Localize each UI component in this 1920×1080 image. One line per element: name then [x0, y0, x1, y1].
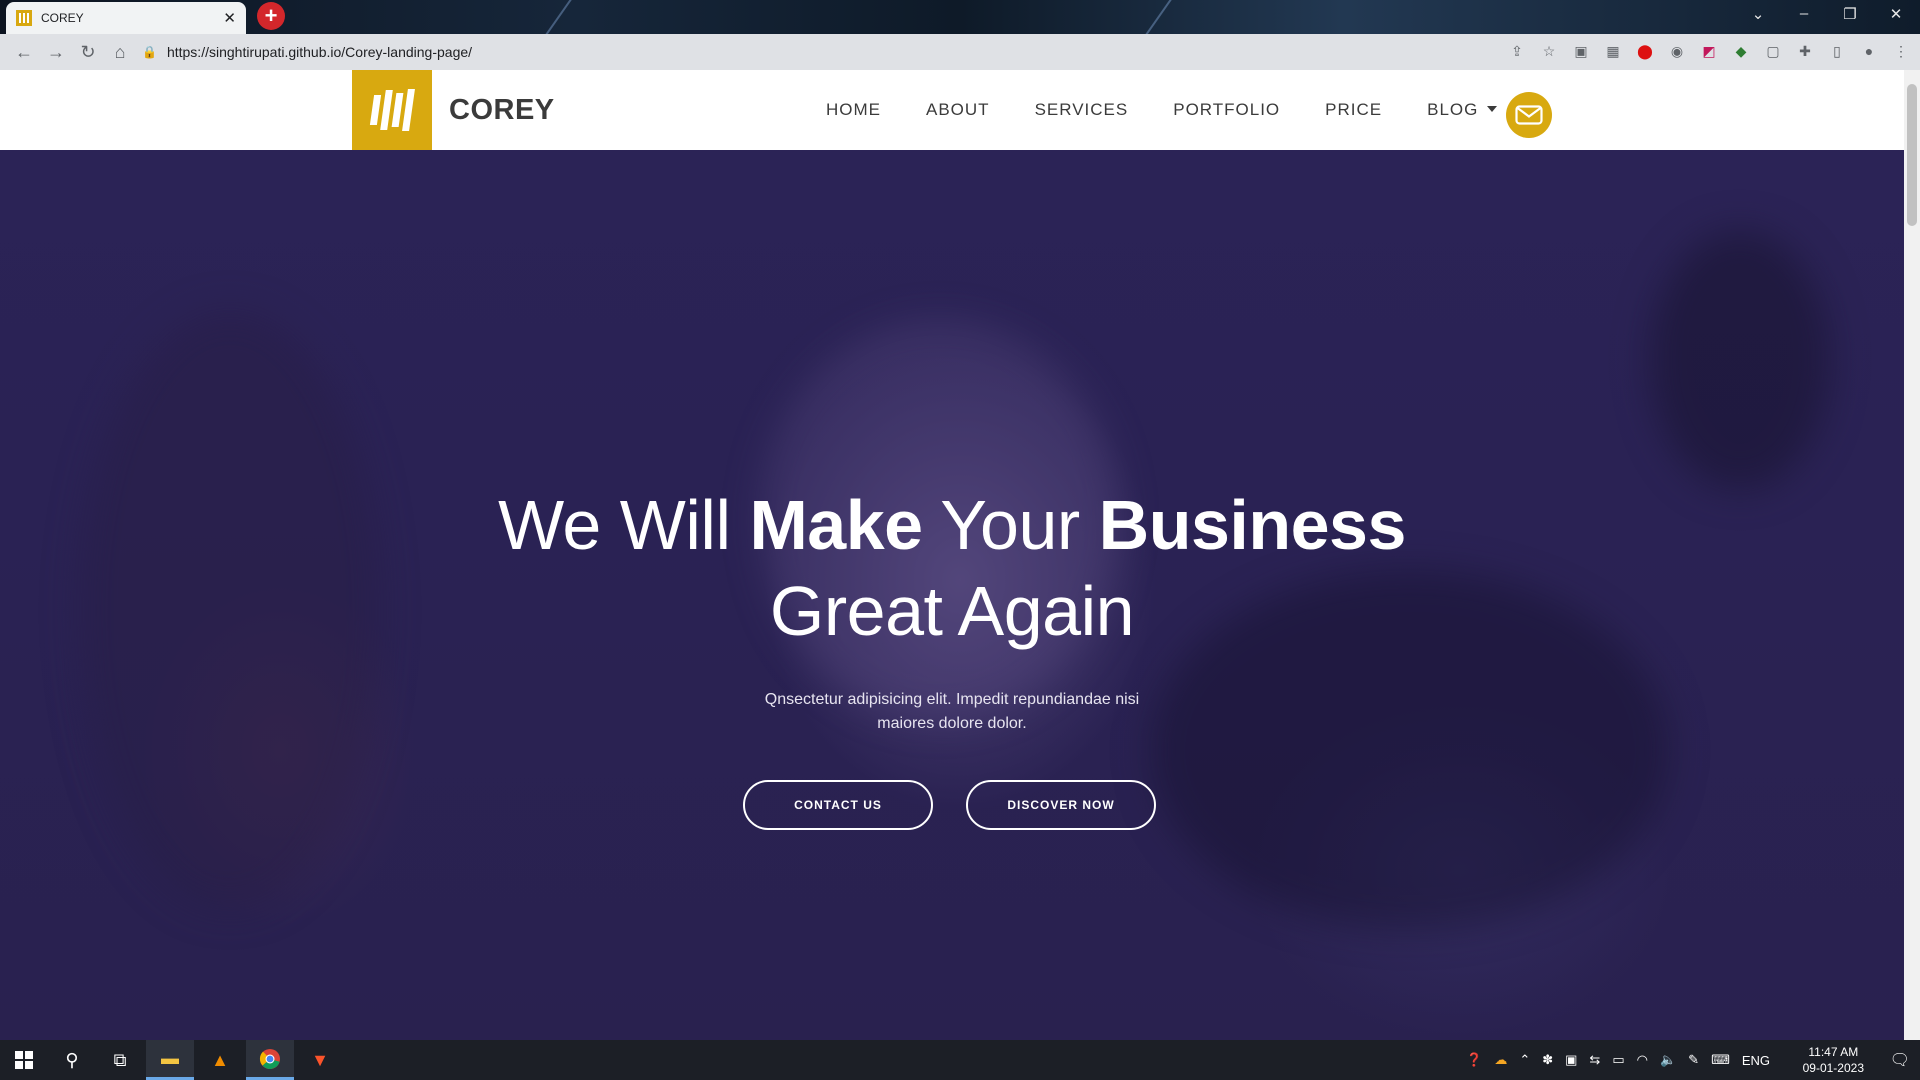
nav-price[interactable]: PRICE	[1325, 100, 1382, 120]
main-nav: HOME ABOUT SERVICES PORTFOLIO PRICE BLOG	[826, 100, 1542, 120]
language-indicator[interactable]: ENG	[1742, 1053, 1770, 1068]
hero-title-part-bold: Make	[749, 486, 923, 564]
nav-portfolio[interactable]: PORTFOLIO	[1173, 100, 1280, 120]
browser-toolbar: ← → ↻ ⌂ 🔒 https://singhtirupati.github.i…	[0, 34, 1920, 70]
profile-avatar-icon[interactable]: ●	[1860, 42, 1878, 60]
nav-home[interactable]: HOME	[826, 100, 881, 120]
tray-app-icon[interactable]: ✽	[1542, 1052, 1553, 1068]
vlc-icon[interactable]: ▲	[196, 1040, 244, 1080]
logo-icon[interactable]	[352, 70, 432, 150]
back-icon[interactable]: ←	[8, 42, 40, 63]
tab-title: COREY	[41, 11, 84, 25]
help-icon[interactable]: ❓	[1466, 1052, 1482, 1068]
notification-center-icon[interactable]: 🗨	[1890, 1050, 1910, 1070]
close-tab-icon[interactable]: ✕	[223, 9, 236, 27]
browser-tab-corey[interactable]: COREY ✕	[6, 2, 246, 34]
background-photo-blur	[1650, 230, 1830, 490]
site-header: COREY HOME ABOUT SERVICES PORTFOLIO PRIC…	[0, 70, 1904, 150]
nav-blog-label: BLOG	[1427, 100, 1479, 119]
search-icon[interactable]: ⚲	[48, 1040, 96, 1080]
hero-title: We Will Make Your Business Great Again	[0, 482, 1904, 654]
minimize-icon[interactable]: –	[1792, 5, 1816, 22]
nav-blog[interactable]: BLOG	[1427, 100, 1498, 120]
hero-title-line2: Great Again	[769, 572, 1135, 650]
pen-icon[interactable]: ✎	[1688, 1052, 1699, 1068]
adblock-extension-icon[interactable]: ⬤	[1636, 42, 1654, 60]
page-scrollbar[interactable]	[1904, 70, 1920, 1040]
tray-app-icon[interactable]: ▣	[1565, 1052, 1577, 1068]
system-tray: ❓ ☁ ⌃ ✽ ▣ ⇆ ▭ ◠ 🔈 ✎ ⌨ ENG	[1466, 1040, 1770, 1080]
weather-icon[interactable]: ☁	[1494, 1052, 1507, 1068]
tray-app-icon[interactable]: ⇆	[1589, 1052, 1600, 1068]
puzzle-icon[interactable]: ✚	[1796, 42, 1814, 60]
bookmark-star-icon[interactable]: ☆	[1540, 42, 1558, 60]
lock-icon[interactable]: 🔒	[142, 45, 157, 59]
decorative-streak	[536, 0, 584, 34]
brand-name[interactable]: COREY	[449, 94, 555, 127]
contact-us-button[interactable]: CONTACT US	[743, 780, 933, 830]
extension-icons: ⇪ ☆ ▣ ▦ ⬤ ◉ ◩ ◆ ▢ ✚ ▯ ● ⋮	[1508, 42, 1910, 60]
decorative-streak	[1136, 0, 1184, 34]
restore-icon[interactable]: ❐	[1838, 5, 1862, 23]
mail-button[interactable]	[1506, 92, 1552, 138]
windows-taskbar: ⚲ ⧉ ▬ ▲ ▼ ❓ ☁ ⌃ ✽ ▣ ⇆ ▭ ◠ 🔈 ✎ ⌨ ENG 11:4…	[0, 1040, 1920, 1080]
mail-icon	[1515, 105, 1543, 125]
share-icon[interactable]: ⇪	[1508, 42, 1526, 60]
extension-icon[interactable]: ◆	[1732, 42, 1750, 60]
hero-title-part: We Will	[498, 486, 750, 564]
nav-about[interactable]: ABOUT	[926, 100, 990, 120]
taskbar-clock[interactable]: 11:47 AM 09-01-2023	[1803, 1044, 1864, 1076]
side-panel-icon[interactable]: ▯	[1828, 42, 1846, 60]
extension-icon[interactable]: ▦	[1604, 42, 1622, 60]
scrollbar-thumb[interactable]	[1907, 84, 1917, 226]
site-favicon-icon	[16, 10, 32, 26]
wifi-icon[interactable]: ◠	[1637, 1052, 1648, 1068]
screen-cast-icon[interactable]: ▣	[1572, 42, 1590, 60]
hero-section: We Will Make Your Business Great Again Q…	[0, 150, 1904, 1040]
page-viewport: We Will Make Your Business Great Again Q…	[0, 70, 1904, 1040]
extension-icon[interactable]: ◩	[1700, 42, 1718, 60]
menu-kebab-icon[interactable]: ⋮	[1892, 42, 1910, 60]
chrome-icon[interactable]	[246, 1040, 294, 1080]
extension-icon[interactable]: ◉	[1668, 42, 1686, 60]
caret-down-icon	[1487, 105, 1498, 112]
browser-tab-strip: COREY ✕ + ⌄ – ❐ ✕	[0, 0, 1920, 34]
task-view-icon[interactable]: ⧉	[96, 1040, 144, 1080]
clock-date: 09-01-2023	[1802, 1061, 1864, 1075]
volume-muted-icon[interactable]: 🔈	[1660, 1052, 1676, 1068]
clock-time: 11:47 AM	[1808, 1045, 1859, 1059]
extension-icon[interactable]: ▢	[1764, 42, 1782, 60]
home-icon[interactable]: ⌂	[104, 42, 136, 63]
new-tab-button[interactable]: +	[257, 2, 285, 30]
file-explorer-icon[interactable]: ▬	[146, 1040, 194, 1080]
hero-subtitle: Qnsectetur adipisicing elit. Impedit rep…	[764, 691, 1140, 732]
hero-title-part-bold: Business	[1098, 486, 1407, 564]
battery-icon[interactable]: ▭	[1612, 1052, 1624, 1068]
nav-services[interactable]: SERVICES	[1035, 100, 1129, 120]
forward-icon[interactable]: →	[40, 42, 72, 63]
close-window-icon[interactable]: ✕	[1884, 5, 1908, 23]
discover-now-button[interactable]: DISCOVER NOW	[966, 780, 1156, 830]
brave-browser-icon[interactable]: ▼	[296, 1040, 344, 1080]
keyboard-icon[interactable]: ⌨	[1711, 1052, 1730, 1068]
chevron-down-icon[interactable]: ⌄	[1746, 5, 1770, 23]
reload-icon[interactable]: ↻	[72, 42, 104, 63]
url-text: https://singhtirupati.github.io/Corey-la…	[166, 44, 473, 60]
windows-start-icon[interactable]	[0, 1040, 48, 1080]
chevron-up-icon[interactable]: ⌃	[1519, 1052, 1530, 1068]
hero-title-part: Your	[922, 486, 1099, 564]
